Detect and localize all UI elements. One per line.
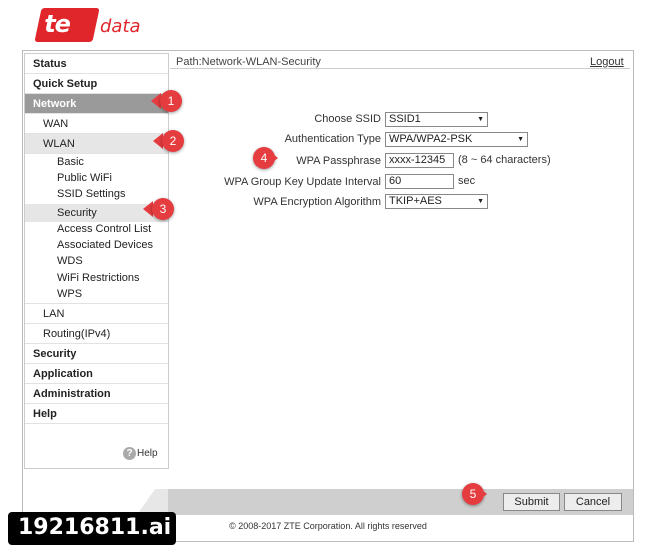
sidebar: Status Quick Setup Network WAN WLAN Basi…	[24, 53, 169, 469]
sidebar-item-access-control-list[interactable]: Access Control List	[25, 221, 168, 237]
sidebar-item-wifi-restrictions[interactable]: WiFi Restrictions	[25, 270, 168, 286]
sidebar-item-wds[interactable]: WDS	[25, 253, 168, 269]
breadcrumb: Path:Network-WLAN-Security	[176, 56, 321, 68]
sidebar-item-basic[interactable]: Basic	[25, 154, 168, 170]
sidebar-item-quick-setup[interactable]: Quick Setup	[25, 74, 168, 94]
encryption-select[interactable]: TKIP+AES	[385, 194, 488, 209]
sidebar-item-application[interactable]: Application	[25, 364, 168, 384]
annotation-badge-3: 3	[152, 198, 174, 220]
sidebar-item-wlan[interactable]: WLAN	[25, 134, 168, 154]
sidebar-item-help[interactable]: Help	[25, 404, 168, 424]
sidebar-item-status[interactable]: Status	[25, 54, 168, 74]
annotation-badge-2: 2	[162, 130, 184, 152]
submit-button[interactable]: Submit	[503, 493, 560, 511]
header-divider	[170, 68, 630, 69]
sidebar-item-ssid-settings[interactable]: SSID Settings	[25, 186, 168, 202]
brand-logo: te data	[34, 8, 148, 42]
group-key-label: WPA Group Key Update Interval	[224, 176, 381, 188]
logo-data-text: data	[100, 16, 141, 37]
sidebar-item-wan[interactable]: WAN	[25, 114, 168, 134]
logo-te-mark: te	[34, 8, 100, 42]
main-frame: Status Quick Setup Network WAN WLAN Basi…	[22, 50, 634, 542]
passphrase-hint: (8 ~ 64 characters)	[458, 154, 551, 166]
help-link[interactable]: ? Help	[123, 447, 168, 461]
sidebar-item-associated-devices[interactable]: Associated Devices	[25, 237, 168, 253]
auth-type-select[interactable]: WPA/WPA2-PSK	[385, 132, 528, 147]
encryption-label: WPA Encryption Algorithm	[253, 196, 381, 208]
annotation-arrow-5	[477, 486, 487, 502]
watermark-text: 19216811.ai	[18, 515, 172, 540]
sidebar-item-lan[interactable]: LAN	[25, 304, 168, 324]
help-label: Help	[137, 448, 158, 460]
sidebar-item-routing-ipv4[interactable]: Routing(IPv4)	[25, 324, 168, 344]
auth-type-label: Authentication Type	[284, 133, 381, 145]
sidebar-item-administration[interactable]: Administration	[25, 384, 168, 404]
passphrase-input[interactable]: xxxx-12345	[385, 153, 454, 168]
logo-te-text: te	[44, 10, 70, 38]
sidebar-item-network[interactable]: Network	[25, 94, 168, 114]
ssid-label: Choose SSID	[314, 113, 381, 125]
logout-link[interactable]: Logout	[590, 56, 624, 68]
annotation-badge-1: 1	[160, 90, 182, 112]
sidebar-item-security[interactable]: Security	[25, 344, 168, 364]
watermark: 19216811.ai	[8, 512, 176, 545]
annotation-arrow-4	[268, 150, 278, 166]
cancel-button[interactable]: Cancel	[564, 493, 622, 511]
group-key-input[interactable]: 60	[385, 174, 454, 189]
sidebar-item-wps[interactable]: WPS	[25, 286, 168, 304]
sidebar-item-public-wifi[interactable]: Public WiFi	[25, 170, 168, 186]
group-key-unit: sec	[458, 175, 476, 187]
ssid-select[interactable]: SSID1	[385, 112, 488, 127]
help-icon: ?	[123, 447, 136, 460]
